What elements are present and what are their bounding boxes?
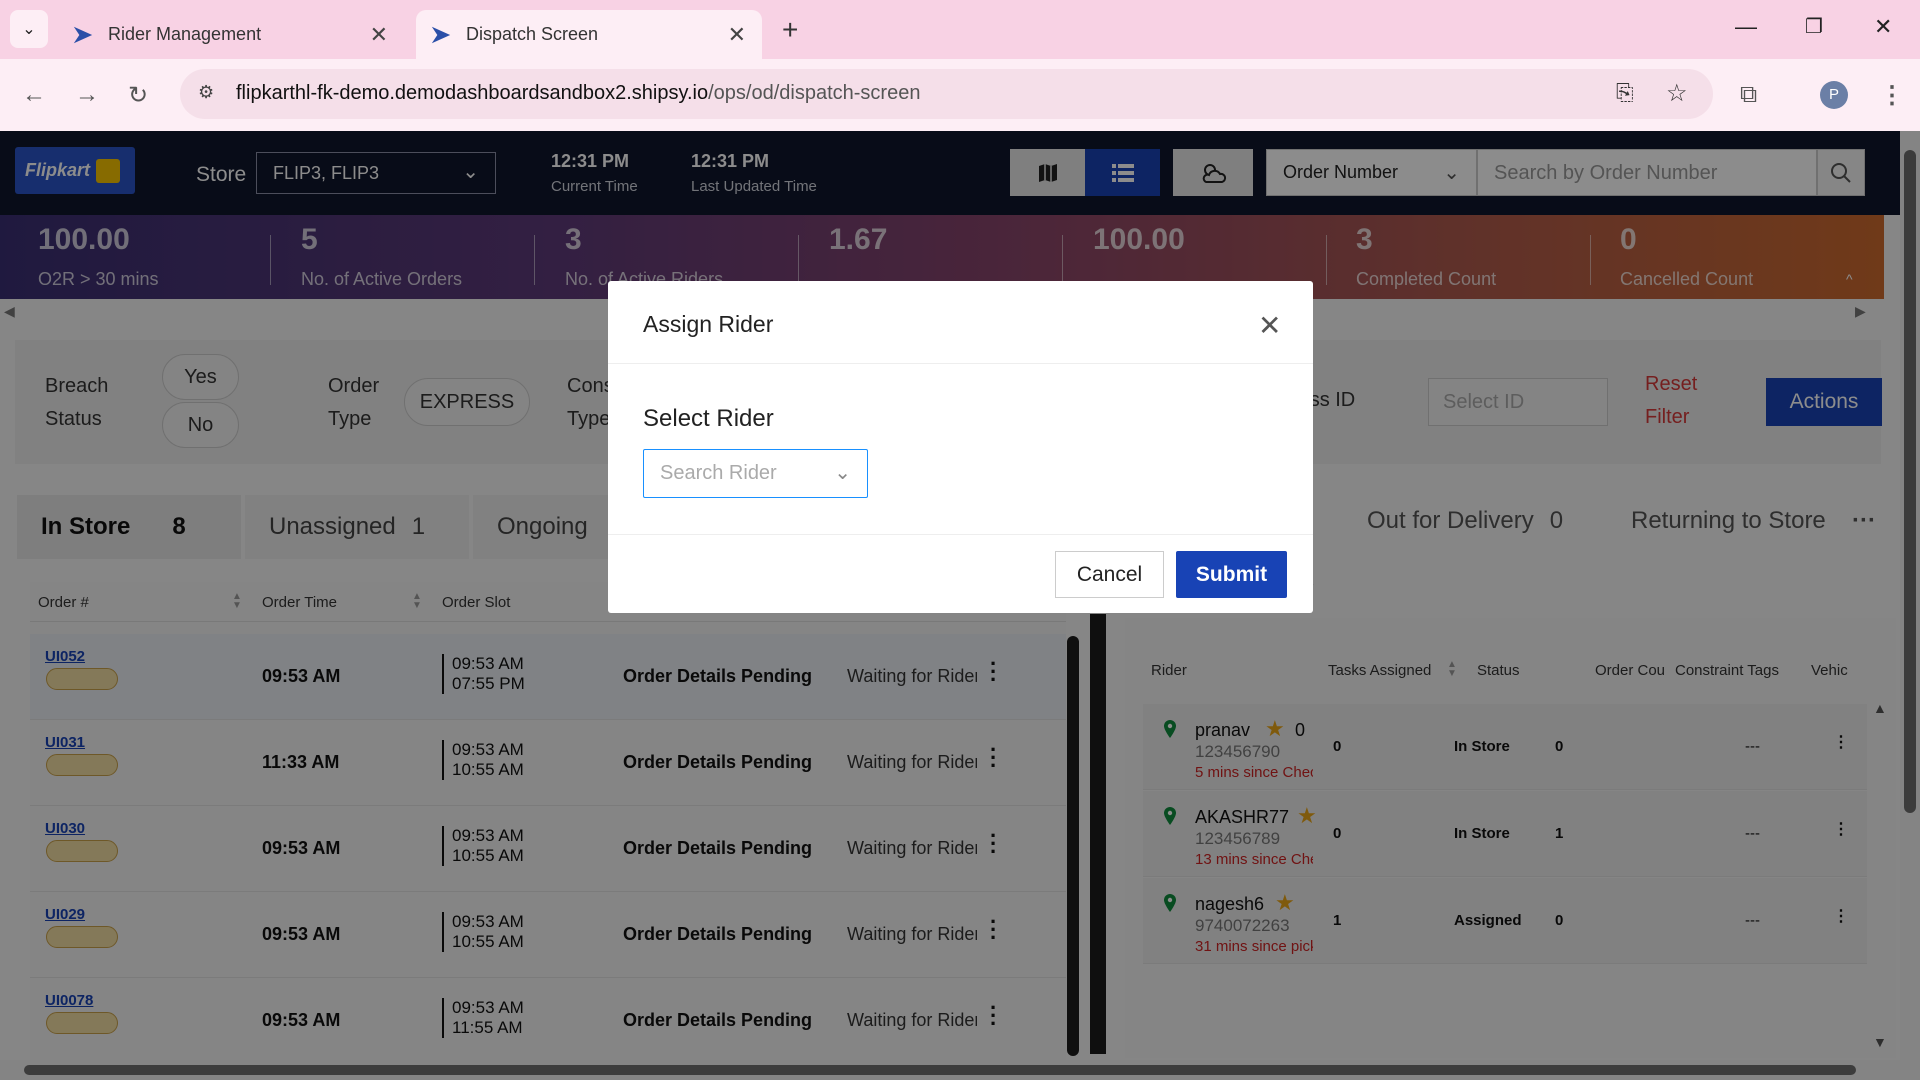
modal-divider [608, 363, 1313, 364]
new-tab-icon[interactable]: + [782, 14, 798, 46]
install-app-icon[interactable]: ⎘ [1616, 80, 1634, 106]
cancel-button[interactable]: Cancel [1055, 551, 1164, 598]
extensions-icon[interactable]: ⧉ [1740, 81, 1757, 109]
url-field[interactable]: ⚙ flipkarthl-fk-demo.demodashboardsandbo… [180, 69, 1713, 119]
rider-search-select[interactable]: Search Rider ⌄ [643, 449, 868, 498]
profile-avatar[interactable]: P [1820, 81, 1848, 109]
browser-tab-rider-management[interactable]: Rider Management ✕ [58, 10, 404, 59]
tab-title: Dispatch Screen [466, 24, 599, 44]
submit-button[interactable]: Submit [1176, 551, 1287, 598]
browser-tab-bar: ⌄ Rider Management ✕ Dispatch Screen ✕ +… [0, 0, 1920, 59]
modal-title: Assign Rider [643, 311, 774, 337]
select-rider-label: Select Rider [643, 405, 774, 432]
chevron-down-icon: ⌄ [834, 462, 851, 484]
url-path: /ops/od/dispatch-screen [708, 82, 921, 104]
browser-address-bar: ← → ↻ ⚙ flipkarthl-fk-demo.demodashboard… [0, 59, 1920, 131]
url-host: flipkarthl-fk-demo.demodashboardsandbox2… [236, 82, 709, 104]
close-tab-icon[interactable]: ✕ [728, 22, 746, 48]
back-icon[interactable]: ← [22, 81, 46, 109]
assign-rider-modal: Assign Rider ✕ Select Rider Search Rider… [608, 281, 1313, 613]
tab-search-button[interactable]: ⌄ [10, 10, 48, 48]
shipsy-logo-icon [73, 26, 93, 43]
tab-title: Rider Management [108, 24, 262, 44]
forward-icon[interactable]: → [75, 81, 99, 109]
bookmark-star-icon[interactable]: ☆ [1666, 79, 1688, 108]
browser-tab-dispatch-screen[interactable]: Dispatch Screen ✕ [416, 10, 762, 59]
site-settings-icon[interactable]: ⚙ [198, 82, 214, 103]
reload-icon[interactable]: ↻ [128, 81, 148, 110]
window-close-icon[interactable]: ✕ [1874, 14, 1892, 40]
shipsy-logo-icon [431, 26, 451, 43]
close-icon[interactable]: ✕ [1258, 309, 1281, 342]
modal-divider [608, 534, 1313, 535]
close-tab-icon[interactable]: ✕ [370, 22, 388, 48]
rider-search-placeholder: Search Rider [660, 462, 777, 484]
minimize-icon[interactable]: — [1735, 14, 1757, 40]
browser-menu-icon[interactable]: ⋮ [1880, 81, 1904, 110]
restore-icon[interactable]: ❐ [1805, 14, 1823, 39]
url-text: flipkarthl-fk-demo.demodashboardsandbox2… [236, 82, 920, 105]
